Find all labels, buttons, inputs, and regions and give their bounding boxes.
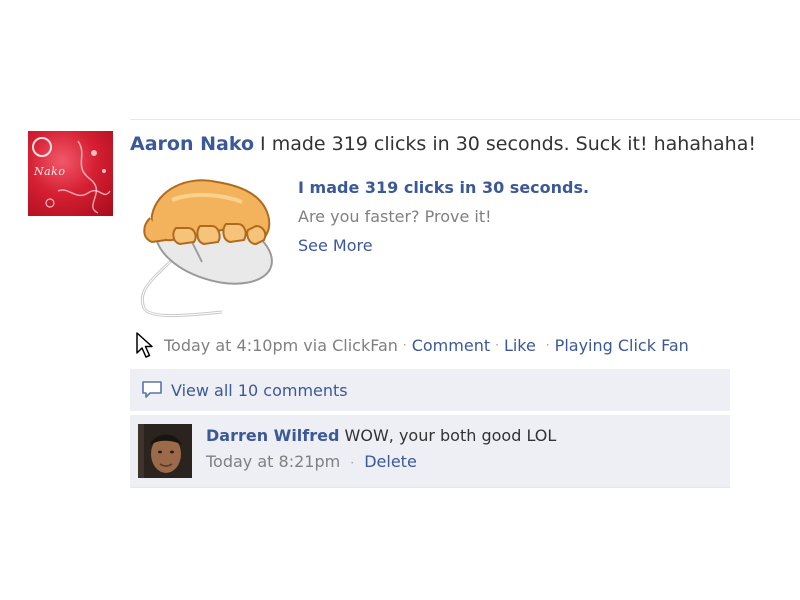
comment-meta: Today at 8:21pm · Delete	[206, 452, 417, 471]
post-message: I made 319 clicks in 30 seconds. Suck it…	[260, 133, 756, 155]
comment-timestamp: Today at 8:21pm	[206, 452, 341, 471]
post-author-avatar[interactable]: Nako	[28, 131, 113, 216]
comment-item: Darren Wilfred WOW, your both good LOL T…	[130, 415, 730, 488]
post-meta: Today at 4:10pm via ClickFan · Comment ·…	[135, 331, 689, 359]
meta-separator: ·	[402, 338, 407, 352]
post-header: Aaron Nako I made 319 clicks in 30 secon…	[130, 133, 756, 155]
person-photo-icon	[138, 424, 192, 478]
view-all-comments-label: View all 10 comments	[171, 380, 348, 400]
meta-separator: ·	[545, 338, 550, 352]
meta-separator: ·	[350, 456, 355, 470]
feed-divider	[130, 119, 800, 120]
hand-on-mouse-icon	[140, 179, 273, 318]
see-more-link[interactable]: See More	[298, 236, 373, 255]
comment-author-avatar[interactable]	[138, 424, 192, 478]
mouse-cursor-icon	[136, 332, 153, 358]
comment-author-link[interactable]: Darren Wilfred	[206, 426, 339, 445]
view-all-comments-link[interactable]: View all 10 comments	[130, 369, 730, 412]
app-link[interactable]: Playing Click Fan	[555, 336, 689, 355]
comment-bubble-icon	[142, 381, 162, 398]
attachment-title-link[interactable]: I made 319 clicks in 30 seconds.	[298, 178, 589, 197]
post-author-link[interactable]: Aaron Nako	[130, 133, 254, 155]
meta-separator: ·	[495, 338, 499, 352]
comment-link[interactable]: Comment	[412, 336, 490, 355]
comments-section: View all 10 comments Darren Wilfred WOW,…	[130, 369, 730, 488]
comment-text: WOW, your both good LOL	[344, 426, 557, 445]
avatar-name-text: Nako	[34, 165, 66, 178]
comment-header: Darren Wilfred WOW, your both good LOL	[206, 426, 556, 445]
like-link[interactable]: Like	[504, 336, 536, 355]
attachment-description: Are you faster? Prove it!	[298, 207, 492, 226]
attachment-image[interactable]	[132, 170, 282, 320]
post-timestamp: Today at 4:10pm via ClickFan	[164, 335, 398, 355]
delete-comment-link[interactable]: Delete	[364, 452, 417, 471]
